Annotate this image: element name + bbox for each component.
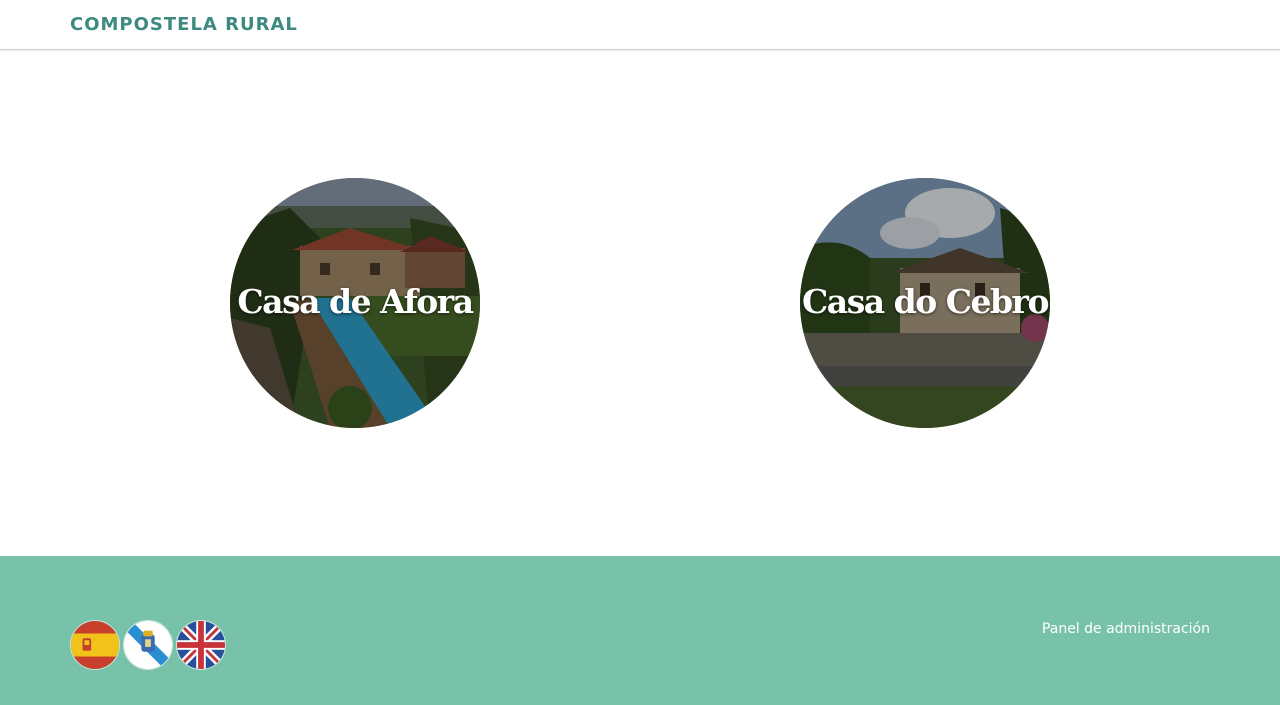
house-card-casa-do-cebro[interactable]: Casa do Cebro [800, 178, 1050, 428]
admin-panel-link[interactable]: Panel de administración [1042, 621, 1210, 637]
main-content: Casa de Afora Casa do Cebro [0, 51, 1280, 556]
language-selector [70, 620, 226, 670]
footer: Panel de administración [0, 556, 1280, 705]
spain-flag-icon[interactable] [70, 620, 120, 670]
top-navbar: COMPOSTELA RURAL [0, 0, 1280, 50]
uk-flag-icon[interactable] [176, 620, 226, 670]
house-title-casa-do-cebro: Casa do Cebro [802, 282, 1049, 321]
house-card-casa-de-afora[interactable]: Casa de Afora [230, 178, 480, 428]
house-title-casa-de-afora: Casa de Afora [237, 282, 474, 321]
galicia-flag-icon[interactable] [123, 620, 173, 670]
brand-logo-link[interactable]: COMPOSTELA RURAL [70, 14, 298, 35]
